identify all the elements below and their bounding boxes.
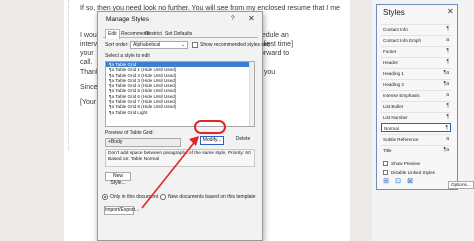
linked-mark-icon: ¶a: [443, 70, 449, 76]
new-style-icon[interactable]: ⊞: [382, 178, 390, 186]
style-item-label: Heading 1: [383, 71, 404, 76]
style-item-label: List Number: [383, 115, 408, 120]
style-item-label: List Bullet: [383, 104, 403, 109]
paragraph-mark-icon: ¶: [446, 114, 449, 120]
style-item-label: Contact Info: [383, 27, 408, 32]
character-mark-icon: a: [446, 92, 449, 98]
show-preview-label: Show Preview: [391, 161, 421, 166]
style-item-contact-info-emph[interactable]: Contact Info Emph a: [381, 35, 451, 44]
style-item-footer[interactable]: Footer ¶: [381, 46, 451, 55]
style-item-header[interactable]: Header ¶: [381, 57, 451, 66]
style-item-intense-emphasis[interactable]: Intense Emphasis a: [381, 90, 451, 99]
linked-mark-icon: ¶a: [443, 147, 449, 153]
style-item-label: Footer: [383, 49, 397, 54]
arrow-shaft: [141, 138, 198, 209]
paragraph-mark-icon: ¶: [446, 59, 449, 65]
style-item-label: Title: [383, 148, 392, 153]
style-item-normal[interactable]: Normal ¶: [381, 123, 451, 132]
styles-pane-title: Styles: [383, 8, 405, 17]
style-item-label: Subtle Reference: [383, 137, 419, 142]
arrow-head: [189, 136, 199, 146]
style-item-list-number[interactable]: List Number ¶: [381, 112, 451, 121]
paragraph-mark-icon: ¶: [446, 26, 449, 32]
disable-linked-label: Disable Linked Styles: [391, 170, 435, 175]
styles-pane: Styles ✕ Contact Info ¶ Contact Info Emph…: [376, 4, 458, 190]
character-mark-icon: a: [446, 136, 449, 142]
character-mark-icon: a: [446, 37, 449, 43]
paragraph-mark-icon: ¶: [446, 48, 449, 54]
style-item-contact-info[interactable]: Contact Info ¶: [381, 24, 451, 33]
style-item-list-bullet[interactable]: List Bullet ¶: [381, 101, 451, 110]
style-item-label: Normal: [384, 126, 399, 131]
style-item-subtle-reference[interactable]: Subtle Reference a: [381, 134, 451, 143]
style-item-label: Heading 2: [383, 82, 404, 87]
style-item-label: Contact Info Emph: [383, 38, 422, 43]
style-item-title[interactable]: Title ¶a: [381, 145, 451, 154]
paragraph-mark-icon: ¶: [446, 103, 449, 109]
linked-mark-icon: ¶a: [443, 81, 449, 87]
style-item-heading-2[interactable]: Heading 2 ¶a: [381, 79, 451, 88]
paragraph-mark-icon: ¶: [445, 125, 448, 131]
style-item-label: Intense Emphasis: [383, 93, 420, 98]
close-icon[interactable]: ✕: [447, 7, 454, 16]
disable-linked-checkbox[interactable]: [383, 170, 388, 175]
style-item-heading-1[interactable]: Heading 1 ¶a: [381, 68, 451, 77]
show-preview-checkbox[interactable]: [383, 161, 388, 166]
style-inspector-icon[interactable]: ⊡: [394, 178, 402, 186]
style-item-label: Header: [383, 60, 399, 65]
options-button[interactable]: Options...: [448, 181, 474, 189]
manage-styles-icon[interactable]: ⊠: [406, 178, 414, 186]
